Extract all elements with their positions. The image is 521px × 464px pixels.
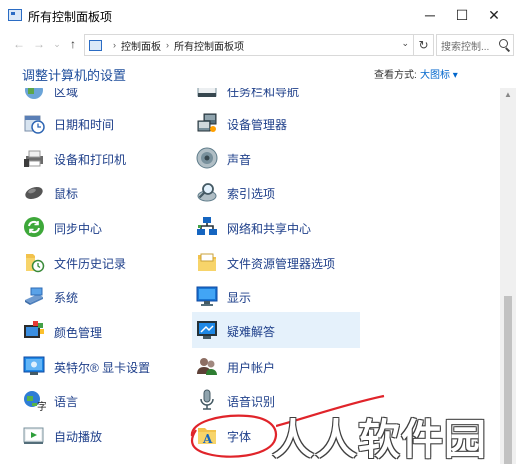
- address-field[interactable]: › 控制面板 › 所有控制面板项 ⌄: [84, 34, 414, 56]
- item-label: 网络和共享中心: [227, 222, 312, 236]
- item-label: 英特尔® 显卡设置: [54, 361, 151, 375]
- view-by-dropdown[interactable]: 大图标 ▾: [420, 66, 458, 81]
- item-label: 系统: [54, 291, 79, 305]
- item-intel-graphics[interactable]: 英特尔® 显卡设置: [22, 350, 192, 382]
- device-manager-icon: [197, 113, 217, 132]
- window-title: 所有控制面板项: [28, 10, 113, 24]
- view-by-label: 查看方式:: [374, 70, 417, 81]
- close-button[interactable]: ✕: [478, 0, 510, 30]
- item-file-history[interactable]: 文件历史记录: [22, 246, 192, 278]
- refresh-button[interactable]: ↻: [414, 34, 434, 56]
- language-icon: 字: [24, 391, 46, 412]
- taskbar-icon: [197, 88, 217, 97]
- item-sync-center[interactable]: 同步中心: [22, 211, 192, 243]
- breadcrumb-all-items[interactable]: 所有控制面板项: [174, 38, 244, 53]
- mouse-icon: [25, 186, 43, 200]
- item-troubleshooting[interactable]: 疑难解答: [192, 312, 360, 348]
- region-icon: [25, 88, 43, 99]
- item-label: 任务栏和导航: [227, 88, 300, 99]
- minimize-button[interactable]: ─: [414, 0, 446, 30]
- item-user-accounts[interactable]: 用户帐户: [195, 350, 360, 382]
- item-network[interactable]: 网络和共享中心: [195, 211, 360, 243]
- scrollbar-thumb[interactable]: [504, 296, 512, 464]
- user-accounts-icon: [197, 358, 217, 375]
- svg-text:字: 字: [37, 400, 46, 412]
- watermark: 人人软件园: [272, 416, 488, 463]
- troubleshooting-icon: [197, 321, 217, 339]
- item-label: 用户帐户: [227, 361, 276, 375]
- item-label: 疑难解答: [227, 325, 276, 339]
- sync-icon: [24, 217, 44, 237]
- breadcrumb-separator: ›: [113, 40, 116, 50]
- color-management-icon: [24, 321, 44, 338]
- item-devices-printers[interactable]: 设备和打印机: [22, 142, 192, 174]
- printer-icon: [24, 150, 43, 167]
- network-icon: [197, 217, 217, 235]
- address-bar-row: ← → ⌄ ↑ › 控制面板 › 所有控制面板项 ⌄ ↻ 搜索控制...: [0, 30, 521, 60]
- chevron-down-icon[interactable]: ⌄: [401, 38, 409, 49]
- breadcrumb-control-panel[interactable]: 控制面板: [121, 38, 161, 53]
- sound-icon: [196, 147, 218, 169]
- item-label: 显示: [227, 291, 252, 305]
- item-label: 文件资源管理器选项: [227, 257, 336, 271]
- control-panel-icon: [89, 39, 102, 51]
- back-button[interactable]: ←: [10, 35, 28, 53]
- item-autoplay[interactable]: 自动播放: [22, 419, 192, 451]
- item-label: 设备管理器: [227, 118, 288, 132]
- search-input[interactable]: 搜索控制...: [436, 34, 514, 56]
- clock-icon: [24, 115, 45, 134]
- item-label: 日期和时间: [54, 118, 115, 132]
- item-region[interactable]: 区域: [22, 88, 192, 106]
- page-title: 调整计算机的设置: [22, 68, 127, 83]
- item-sound[interactable]: 声音: [195, 142, 360, 174]
- item-date-time[interactable]: 日期和时间: [22, 107, 192, 139]
- search-icon: [499, 39, 508, 48]
- display-icon: [196, 286, 218, 306]
- item-label: 颜色管理: [54, 326, 103, 340]
- item-color-management[interactable]: 颜色管理: [22, 315, 192, 347]
- title-bar: 所有控制面板项 ─ ☐ ✕: [0, 0, 521, 30]
- item-mouse[interactable]: 鼠标: [22, 176, 192, 208]
- item-label: 自动播放: [54, 430, 103, 444]
- folder-options-icon: [198, 253, 216, 271]
- forward-button[interactable]: →: [30, 35, 48, 53]
- control-panel-icon: [8, 9, 22, 21]
- item-label: 语言: [54, 395, 79, 409]
- item-indexing[interactable]: 索引选项: [195, 176, 360, 208]
- maximize-button[interactable]: ☐: [446, 0, 478, 30]
- item-label: 同步中心: [54, 222, 103, 236]
- item-label: 鼠标: [54, 187, 79, 201]
- item-label: 区域: [54, 88, 79, 99]
- system-icon: [25, 287, 43, 305]
- file-history-icon: [26, 254, 45, 273]
- item-taskbar[interactable]: 任务栏和导航: [195, 88, 360, 106]
- item-label: 文件历史记录: [54, 257, 127, 271]
- item-language[interactable]: 字 语言: [22, 384, 192, 416]
- search-placeholder: 搜索控制...: [441, 41, 490, 53]
- item-display[interactable]: 显示: [195, 280, 360, 312]
- breadcrumb-separator: ›: [166, 40, 169, 50]
- vertical-scrollbar[interactable]: ▲: [500, 88, 516, 464]
- autoplay-icon: [23, 427, 44, 444]
- item-label: 设备和打印机: [54, 153, 127, 167]
- scroll-up-icon[interactable]: ▲: [504, 90, 512, 99]
- up-button[interactable]: ↑: [64, 35, 82, 53]
- content-header: 调整计算机的设置 查看方式: 大图标 ▾: [0, 60, 521, 88]
- intel-graphics-icon: [23, 356, 45, 375]
- item-folder-options[interactable]: 文件资源管理器选项: [195, 246, 360, 278]
- annotation-circle: [190, 414, 277, 458]
- item-label: 索引选项: [227, 187, 276, 201]
- indexing-icon: [197, 183, 217, 202]
- item-system[interactable]: 系统: [22, 280, 192, 312]
- item-device-manager[interactable]: 设备管理器: [195, 107, 360, 139]
- item-label: 声音: [227, 153, 252, 167]
